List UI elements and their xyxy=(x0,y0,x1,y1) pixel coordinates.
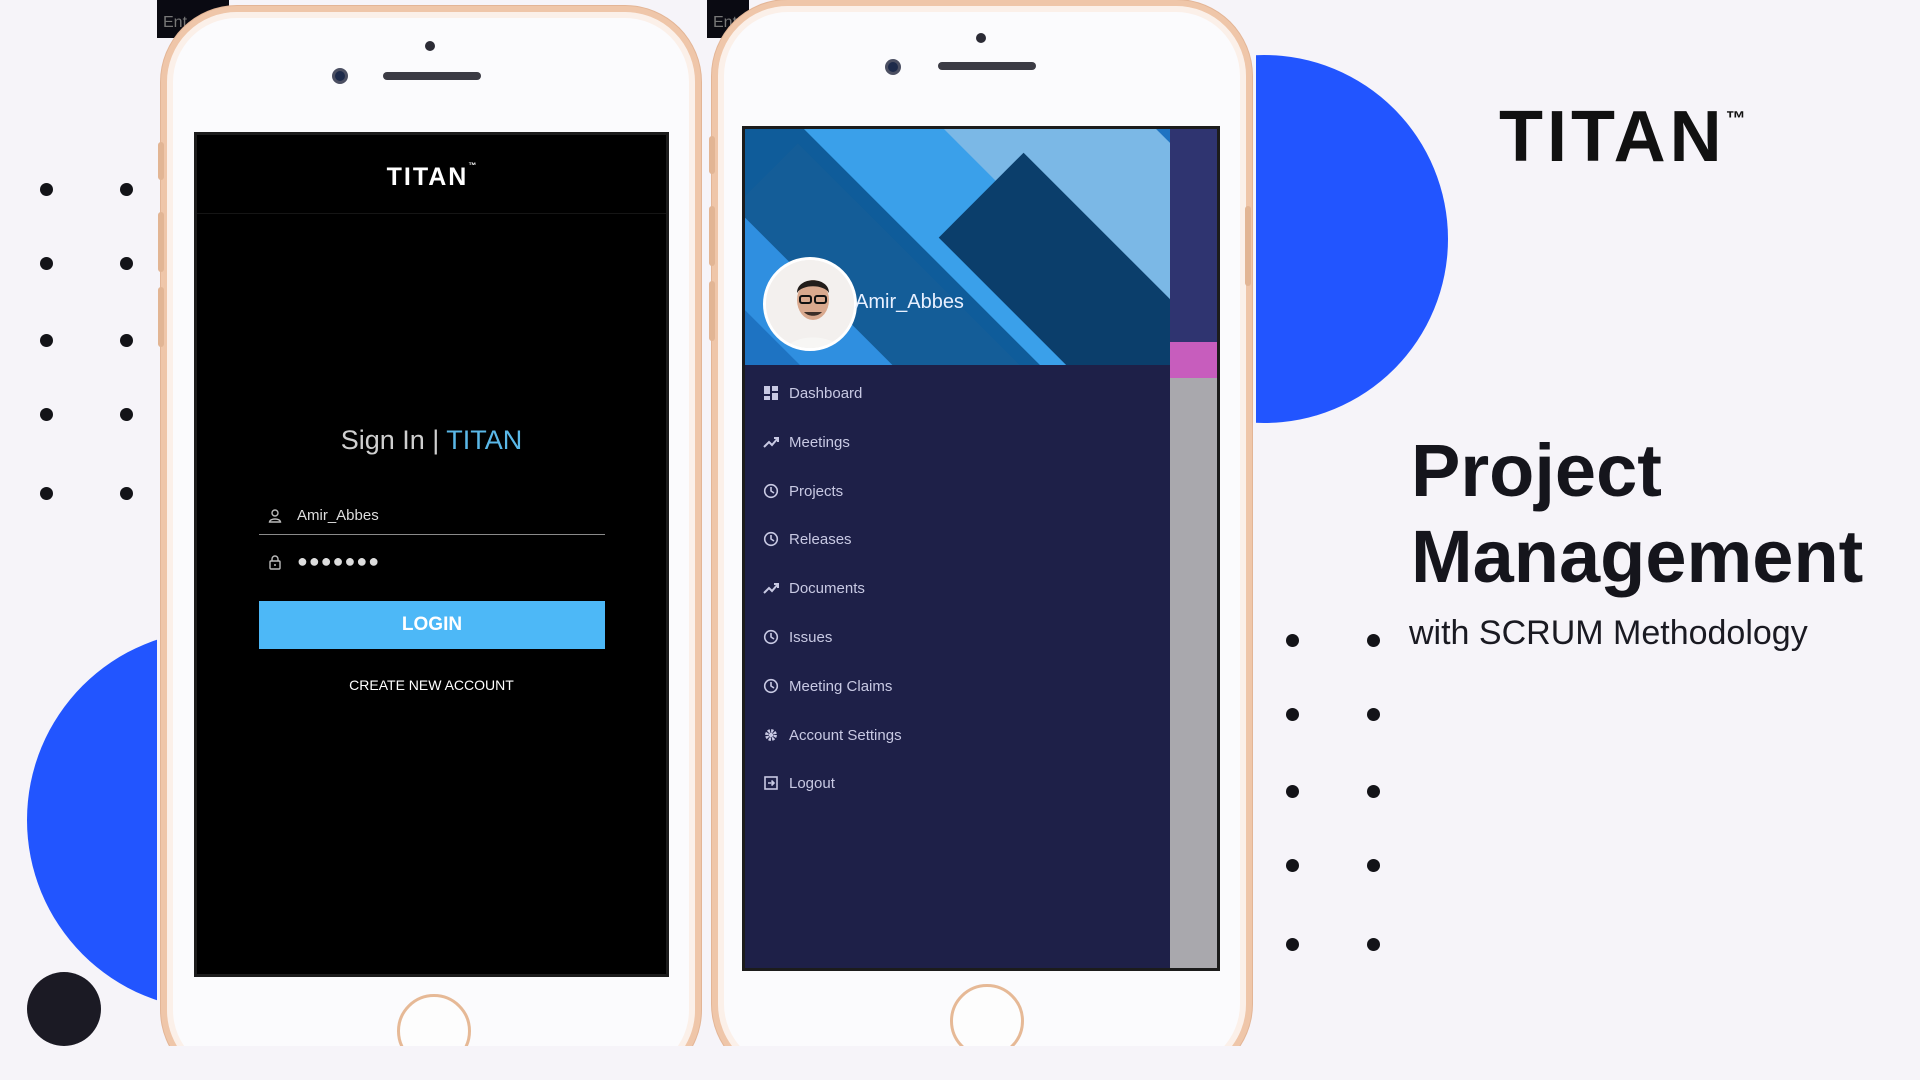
titan-logo: TITAN™ xyxy=(1499,97,1746,177)
menu-item-releases[interactable]: Releases xyxy=(745,531,1170,580)
menu-item-label: Documents xyxy=(789,580,865,598)
scrollbar[interactable] xyxy=(1170,129,1217,968)
clock-icon xyxy=(763,629,779,645)
menu-item-logout[interactable]: Logout xyxy=(745,775,1170,824)
password-field[interactable]: ●●●●●●● xyxy=(259,545,605,581)
scrollbar-track-top xyxy=(1170,129,1217,342)
menu-item-label: Meetings xyxy=(789,433,850,451)
headline-line-1: Project xyxy=(1411,429,1662,512)
headline: Project Management xyxy=(1411,428,1911,600)
speaker-grille xyxy=(383,72,481,80)
menu-item-label: Meeting Claims xyxy=(789,677,893,695)
menu-item-label: Logout xyxy=(789,775,835,793)
subline: with SCRUM Methodology xyxy=(1409,614,1808,652)
trending-icon xyxy=(763,583,779,594)
login-button[interactable]: LOGIN xyxy=(259,601,605,649)
menu-item-label: Dashboard xyxy=(789,385,863,402)
logout-icon xyxy=(764,776,778,791)
header-divider xyxy=(197,213,666,214)
profile-username: Amir_Abbes xyxy=(855,291,964,313)
menu-item-dashboard[interactable]: Dashboard xyxy=(745,385,1170,434)
phone-menu: Amir_Abbes Dashboard Meetings Projects R… xyxy=(709,0,1252,1046)
sensor-icon xyxy=(425,41,435,51)
clock-icon xyxy=(763,678,779,693)
password-value: ●●●●●●● xyxy=(297,551,381,571)
menu-item-label: Projects xyxy=(789,482,844,500)
avatar[interactable] xyxy=(763,257,857,351)
menu-item-account-settings[interactable]: Account Settings xyxy=(745,727,1170,776)
menu-item-projects[interactable]: Projects xyxy=(745,483,1170,532)
home-button xyxy=(950,984,1024,1046)
phone-login: TITAN™ Sign In | TITAN Amir_Abbes ●●●●●●… xyxy=(158,6,701,1046)
gear-icon xyxy=(765,728,777,741)
menu-item-label: Account Settings xyxy=(789,726,902,744)
trending-icon xyxy=(763,436,779,448)
sensor-icon xyxy=(976,33,986,43)
dashboard-icon xyxy=(764,386,778,400)
user-icon xyxy=(268,509,282,523)
menu-item-meetings[interactable]: Meetings xyxy=(745,434,1170,483)
phone-mockups-panel: Ent Ent TITAN™ Sign In | TITAN Amir_Abbe… xyxy=(157,0,1256,1046)
menu-screen: Amir_Abbes Dashboard Meetings Projects R… xyxy=(742,126,1220,971)
speaker-grille xyxy=(938,62,1036,70)
menu-item-meeting-claims[interactable]: Meeting Claims xyxy=(745,678,1170,727)
login-brand-logo: TITAN™ xyxy=(386,161,477,191)
create-account-link[interactable]: CREATE NEW ACCOUNT xyxy=(197,677,666,693)
menu-item-label: Releases xyxy=(789,531,852,549)
camera-icon xyxy=(332,68,348,84)
username-value: Amir_Abbes xyxy=(297,507,379,524)
clock-icon xyxy=(763,532,779,547)
headline-line-2: Management xyxy=(1411,515,1864,598)
profile-header: Amir_Abbes xyxy=(745,129,1170,365)
clock-icon xyxy=(763,483,779,498)
scrollbar-thumb[interactable] xyxy=(1170,342,1217,378)
menu-item-documents[interactable]: Documents xyxy=(745,580,1170,629)
menu-item-label: Issues xyxy=(789,628,833,646)
lock-icon xyxy=(269,555,281,570)
nav-menu: Dashboard Meetings Projects Releases Doc… xyxy=(745,385,1170,824)
login-screen: TITAN™ Sign In | TITAN Amir_Abbes ●●●●●●… xyxy=(194,132,669,977)
decorative-dark-dot xyxy=(27,972,101,1046)
signin-title: Sign In | TITAN xyxy=(340,425,523,455)
home-button xyxy=(397,994,471,1046)
username-field[interactable]: Amir_Abbes xyxy=(259,499,605,535)
menu-item-issues[interactable]: Issues xyxy=(745,629,1170,678)
camera-icon xyxy=(885,59,901,75)
